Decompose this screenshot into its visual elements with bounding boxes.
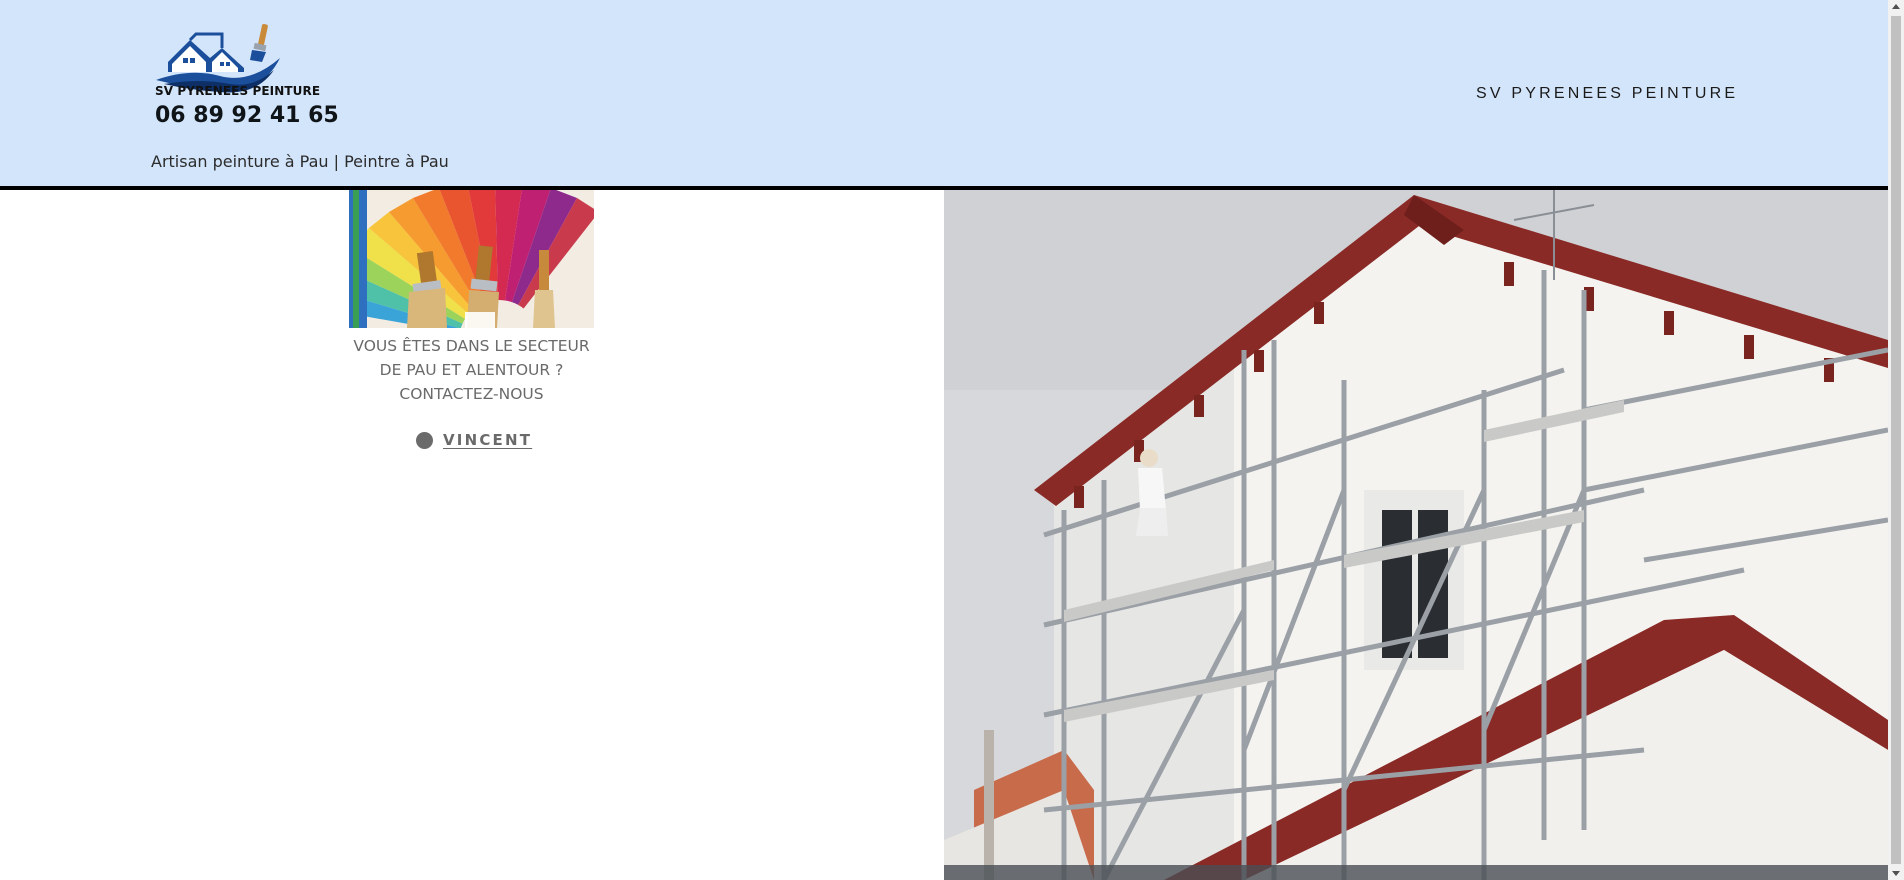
author-link[interactable]: VINCENT [443,431,532,449]
house-scaffolding-photo [944,190,1888,880]
phone-number[interactable]: 06 89 92 41 65 [155,103,339,128]
site-tagline: Artisan peinture à Pau | Peintre à Pau [151,152,449,171]
site-header: SV PYRENEES PEINTURE 06 89 92 41 65 Arti… [0,0,1888,190]
logo-text[interactable]: SV PYRENEES PEINTURE [155,84,320,98]
color-palette-brushes-image[interactable] [349,190,594,328]
scroll-up-icon[interactable] [1892,4,1900,9]
scroll-thumb[interactable] [1891,16,1901,864]
post-excerpt[interactable]: VOUS ÊTES DANS LE SECTEUR DE PAU ET ALEN… [344,334,599,406]
avatar-icon [416,431,433,449]
site-title-link[interactable]: SV PYRENEES PEINTURE [1476,85,1738,103]
scrollbar[interactable] [1888,0,1904,880]
scroll-down-icon[interactable] [1892,871,1900,876]
post-author[interactable]: VINCENT [416,429,532,451]
